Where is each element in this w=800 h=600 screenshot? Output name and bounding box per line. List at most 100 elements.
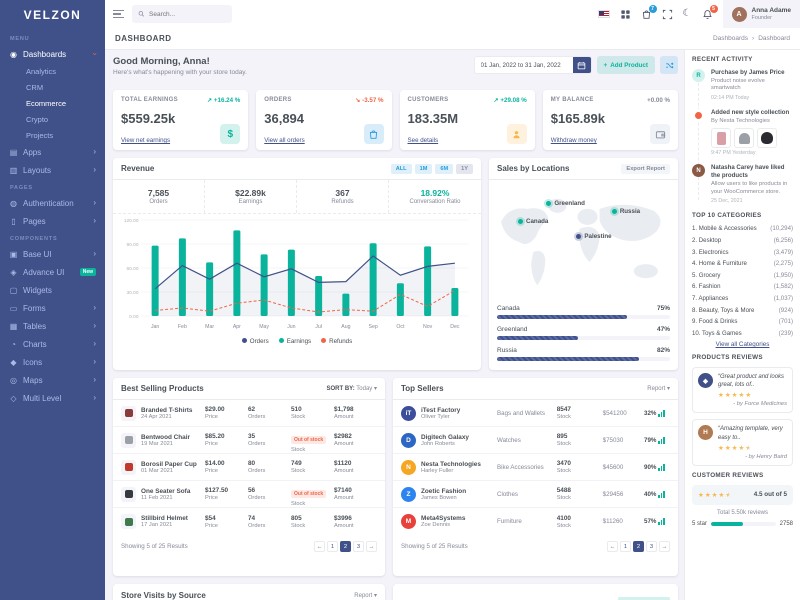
sidebar-item-multi-level[interactable]: ◇ Multi Level ›: [0, 389, 105, 407]
chevron-down-icon: ›: [91, 53, 99, 56]
pagination-page-2[interactable]: 2: [340, 541, 351, 552]
pagination-next[interactable]: →: [366, 541, 377, 552]
report-dropdown[interactable]: Report ▾: [354, 592, 377, 599]
top-sellers-panel: Top Sellers Report ▾ iT iTest FactoryOli…: [393, 378, 678, 576]
top-categories-list: 1. Mobile & Accessories(10,294) 2. Deskt…: [692, 225, 793, 336]
trend-down-icon: ↘: [355, 97, 360, 104]
authentication-icon: ◍: [9, 199, 18, 208]
cart-icon[interactable]: 7: [641, 9, 652, 20]
date-range-picker: [474, 56, 592, 74]
activity-item: N Natasha Carey have liked the products …: [692, 164, 793, 204]
results-summary: Showing 5 of 25 Results: [121, 543, 188, 550]
pagination-page-1[interactable]: 1: [620, 541, 631, 552]
sidebar-item-projects[interactable]: Projects: [0, 127, 105, 143]
filter-6m[interactable]: 6M: [435, 164, 453, 174]
map-marker-palestine: Palestine: [576, 233, 611, 240]
stat-link[interactable]: View net earnings: [121, 137, 170, 144]
search-input[interactable]: [149, 11, 226, 18]
pagination-prev[interactable]: ←: [314, 541, 325, 552]
fullscreen-icon[interactable]: [662, 9, 673, 20]
sidebar-item-analytics[interactable]: Analytics: [0, 63, 105, 79]
shuffle-button[interactable]: [660, 56, 678, 74]
map-marker-canada: Canada: [518, 218, 548, 225]
filter-all[interactable]: ALL: [391, 164, 412, 174]
best-selling-panel: Best Selling Products SORT BY: Today ▾ B…: [113, 378, 385, 576]
sidebar-item-ecommerce[interactable]: Ecommerce: [0, 95, 105, 111]
sidebar-item-widgets[interactable]: ▢ Widgets: [0, 281, 105, 299]
revenue-earnings-value: $22.89k: [235, 188, 266, 198]
user-menu[interactable]: A Anna Adame Founder: [723, 0, 800, 28]
sidebar-item-dashboards[interactable]: ◉ Dashboards ›: [0, 45, 105, 63]
sidebar-section-menu: MENU: [0, 30, 105, 45]
list-item: 5. Grocery(1,950): [692, 272, 793, 279]
hamburger-menu-icon[interactable]: [113, 10, 124, 19]
sidebar-item-base-ui[interactable]: ▣ Base UI ›: [0, 245, 105, 263]
map-marker-greenland: Greenland: [546, 200, 585, 207]
report-dropdown[interactable]: Report ▾: [647, 385, 670, 392]
pagination-prev[interactable]: ←: [607, 541, 618, 552]
chevron-right-icon: ›: [93, 217, 96, 225]
stat-link[interactable]: View all orders: [264, 137, 304, 144]
rating-bar-count: 2758: [780, 521, 793, 527]
activity-item: Added new style collection By Nesta Tech…: [692, 109, 793, 156]
sidebar-item-pages[interactable]: ▯ Pages ›: [0, 212, 105, 230]
app-logo[interactable]: VELZON: [0, 0, 105, 30]
right-sidebar: RECENT ACTIVITY R Purchase by James Pric…: [684, 50, 800, 600]
export-report-button[interactable]: Export Report: [621, 164, 670, 174]
activity-avatar: R: [692, 69, 705, 82]
notifications-bell-icon[interactable]: 5: [702, 9, 713, 20]
apps-grid-icon[interactable]: [620, 9, 631, 20]
sidebar-item-crypto[interactable]: Crypto: [0, 111, 105, 127]
out-of-stock-badge: Out of stock: [291, 490, 326, 498]
filter-1m[interactable]: 1M: [415, 164, 433, 174]
breadcrumb-parent[interactable]: Dashboards: [713, 35, 748, 42]
sidebar-item-tables[interactable]: ▦ Tables ›: [0, 317, 105, 335]
pages-icon: ▯: [9, 217, 18, 226]
search-icon: [138, 10, 145, 18]
pagination-page-3[interactable]: 3: [353, 541, 364, 552]
add-product-button[interactable]: + Add Product: [597, 56, 655, 74]
date-range-input[interactable]: [475, 57, 573, 73]
pagination-page-1[interactable]: 1: [327, 541, 338, 552]
sidebar-item-crm[interactable]: CRM: [0, 79, 105, 95]
sidebar-item-apps[interactable]: ▤ Apps ›: [0, 143, 105, 161]
breadcrumb-separator: ›: [752, 35, 754, 42]
seller-logo: N: [401, 460, 416, 475]
sidebar-item-authentication[interactable]: ◍ Authentication ›: [0, 194, 105, 212]
stat-card-orders: ORDERS ↘ -3.57 % 36,894 View all orders: [256, 90, 391, 150]
stat-label: TOTAL EARNINGS: [121, 97, 178, 104]
breadcrumb: Dashboards › Dashboard: [713, 35, 790, 42]
svg-text:30.00: 30.00: [126, 290, 138, 296]
chevron-right-icon: ›: [93, 148, 96, 156]
pagination-next[interactable]: →: [659, 541, 670, 552]
sidebar-item-layouts[interactable]: ▥ Layouts ›: [0, 161, 105, 179]
sidebar-item-charts[interactable]: ◔ Charts ›: [0, 335, 105, 353]
trend-bars-icon: [658, 464, 665, 471]
sidebar-item-forms[interactable]: ▭ Forms ›: [0, 299, 105, 317]
stat-delta: +16.24 %: [214, 97, 240, 104]
activity-item: R Purchase by James Price Product noise …: [692, 69, 793, 101]
view-all-categories-link[interactable]: View all Categories: [692, 341, 793, 348]
user-name: Anna Adame: [752, 7, 792, 15]
stat-card-my-balance: MY BALANCE +0.00 % $165.89k Withdraw mon…: [543, 90, 678, 150]
chevron-right-icon: ›: [93, 250, 96, 258]
trend-bars-icon: [658, 491, 665, 498]
sidebar-item-advance-ui[interactable]: ◈ Advance UI New: [0, 263, 105, 281]
layouts-icon: ▥: [9, 166, 18, 175]
list-item: 7. Appliances(1,037): [692, 295, 793, 302]
svg-text:90.00: 90.00: [126, 242, 138, 248]
sort-by-dropdown[interactable]: SORT BY: Today ▾: [327, 385, 378, 392]
filter-1y[interactable]: 1Y: [456, 164, 473, 174]
language-flag-icon[interactable]: [598, 10, 610, 18]
pagination-page-3[interactable]: 3: [646, 541, 657, 552]
pagination-page-2[interactable]: 2: [633, 541, 644, 552]
user-avatar: A: [732, 7, 747, 22]
dark-mode-icon[interactable]: ☾: [683, 9, 692, 19]
sidebar-item-icons[interactable]: ◆ Icons ›: [0, 353, 105, 371]
top-sellers-title: Top Sellers: [401, 384, 444, 393]
stat-link[interactable]: Withdraw money: [551, 137, 597, 144]
sidebar-item-maps[interactable]: ◎ Maps ›: [0, 371, 105, 389]
calendar-button[interactable]: [573, 57, 591, 73]
stat-link[interactable]: See details: [408, 137, 439, 144]
new-badge: New: [80, 268, 96, 276]
